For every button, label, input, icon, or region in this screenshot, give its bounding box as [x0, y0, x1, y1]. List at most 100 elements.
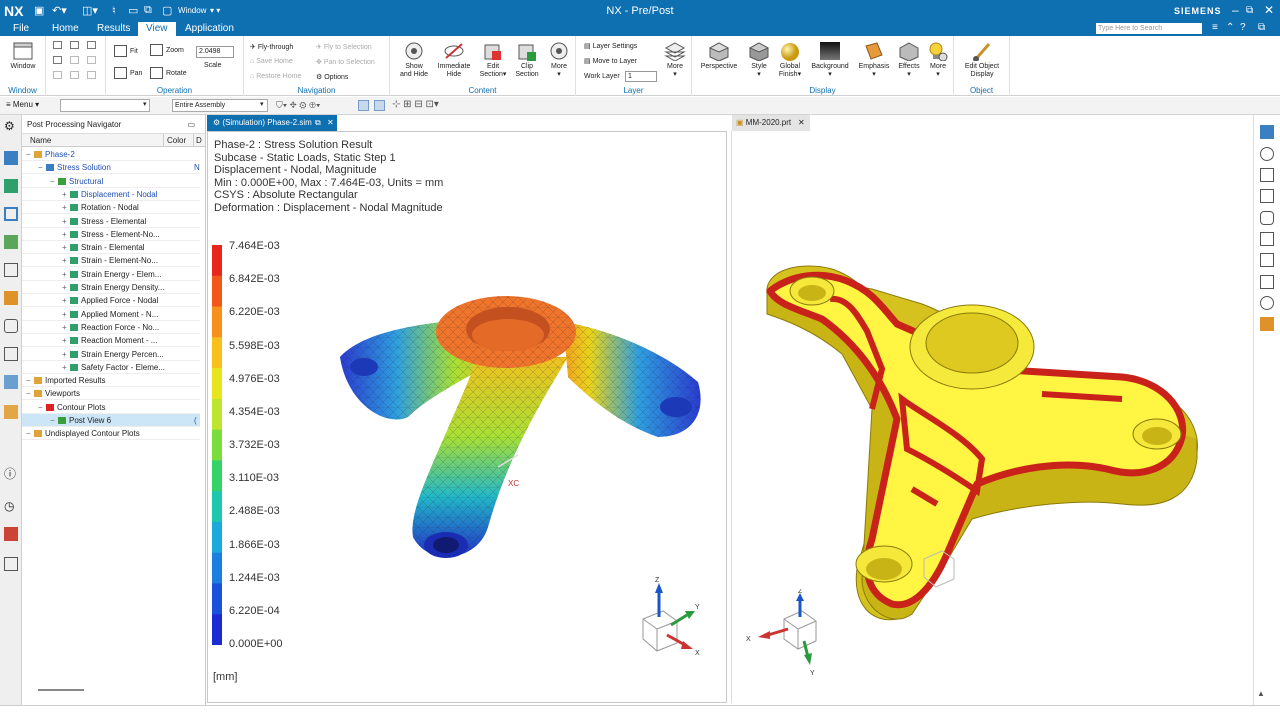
menu-view[interactable]: View: [138, 22, 176, 36]
layout-seven-icon[interactable]: [53, 71, 62, 79]
layout-icon[interactable]: ◫▾: [82, 4, 98, 17]
layer-settings-button[interactable]: ▤ Layer Settings: [584, 42, 637, 50]
style-button[interactable]: Style ▾: [745, 41, 773, 79]
navigator-row[interactable]: + Strain - Element-No...: [22, 254, 200, 268]
view-triad[interactable]: Z Y X: [633, 577, 705, 657]
window-menu[interactable]: Window: [178, 6, 206, 15]
gear-tool-icon[interactable]: [1260, 211, 1274, 225]
layout-split-icon[interactable]: [87, 41, 96, 49]
restore-sub-icon[interactable]: ⧉: [1258, 22, 1265, 33]
layout-two-icon[interactable]: [70, 41, 79, 49]
fly-through-button[interactable]: ✈ Fly-through: [250, 43, 293, 51]
selection-filter-icons[interactable]: ⛉▾ ✥ ⚙ ⊕▾: [276, 100, 320, 111]
zoom-button[interactable]: Zoom: [150, 44, 184, 56]
show-and-hide-button[interactable]: Show and Hide: [396, 41, 432, 79]
info-icon[interactable]: ⓘ: [4, 465, 18, 481]
fit-button[interactable]: Fit: [114, 45, 138, 57]
content-more-button[interactable]: More ▾: [545, 41, 573, 79]
simulation-viewport[interactable]: Phase-2 : Stress Solution Result Subcase …: [207, 131, 727, 703]
scale-input[interactable]: 2.0498: [196, 46, 234, 58]
navigator-row[interactable]: − Phase-2: [22, 148, 200, 161]
column-d[interactable]: D: [193, 134, 202, 147]
layout-six-icon[interactable]: [87, 56, 96, 64]
navigator-row[interactable]: − Stress Solution N: [22, 161, 200, 175]
scroll-up-icon[interactable]: ▲: [1257, 689, 1265, 698]
menu-home[interactable]: Home: [52, 23, 79, 34]
table-icon[interactable]: [1260, 232, 1274, 246]
move-to-layer-button[interactable]: ▤ Move to Layer: [584, 57, 637, 65]
layout-single-icon[interactable]: [53, 41, 62, 49]
part-view-triad[interactable]: Z X Y: [744, 589, 834, 679]
assembly-scope-dropdown[interactable]: Entire Assembly: [172, 99, 268, 112]
undo-icon[interactable]: ↶▾: [52, 4, 67, 17]
navigator-row[interactable]: − Viewports: [22, 387, 200, 401]
navigator-row[interactable]: + Stress - Element-No...: [22, 228, 200, 241]
pan-to-selection-button[interactable]: ✥ Pan to Selection: [316, 58, 375, 66]
restore-home-button[interactable]: ⌂ Restore Home: [250, 73, 301, 80]
window-menu-icon[interactable]: ▢: [162, 4, 172, 17]
menu-results[interactable]: Results: [97, 23, 130, 34]
select-body-icon[interactable]: [374, 100, 385, 111]
navigator-row[interactable]: + Stress - Elemental: [22, 215, 200, 228]
column-color[interactable]: Color: [163, 134, 186, 147]
touch-mode-icon[interactable]: ▭: [128, 4, 138, 17]
post-navigator-icon[interactable]: [4, 179, 18, 193]
navigator-row[interactable]: + Strain Energy Density...: [22, 281, 200, 294]
navigator-row[interactable]: − Post View 6 (: [22, 414, 200, 427]
save-icon[interactable]: ▣: [34, 4, 44, 17]
layout-four-icon[interactable]: [70, 56, 79, 64]
hd3d-icon[interactable]: [4, 319, 18, 333]
clip-section-button[interactable]: Clip Section: [512, 41, 542, 79]
command-search-input[interactable]: Type Here to Search: [1096, 23, 1202, 34]
material-icon[interactable]: [1260, 317, 1274, 331]
work-layer-input[interactable]: 1: [625, 71, 657, 82]
menu-application[interactable]: Application: [185, 23, 234, 34]
reuse-library-icon[interactable]: [4, 291, 18, 305]
navigator-row[interactable]: + Strain - Elemental: [22, 241, 200, 255]
column-name[interactable]: Name: [30, 134, 51, 147]
minimize-icon[interactable]: –: [1232, 3, 1239, 17]
fem-mesh-model[interactable]: XC: [328, 287, 708, 577]
emphasis-button[interactable]: Emphasis ▾: [856, 41, 892, 79]
navigator-row[interactable]: − Contour Plots: [22, 401, 200, 414]
navigator-row[interactable]: − Imported Results: [22, 374, 200, 388]
immediate-hide-button[interactable]: Immediate Hide: [435, 41, 473, 79]
help-icon[interactable]: ?: [1240, 22, 1246, 33]
history-icon[interactable]: [4, 375, 18, 389]
navigator-row[interactable]: + Reaction Moment - ...: [22, 334, 200, 348]
select-face-icon[interactable]: [358, 100, 369, 111]
system-scenes-icon[interactable]: [4, 557, 18, 571]
part-model[interactable]: [762, 259, 1202, 629]
tab-part[interactable]: ▣ MM-2020.prt ✕: [732, 115, 810, 131]
effects-button[interactable]: Effects ▾: [896, 41, 922, 79]
navigator-row[interactable]: + Displacement - Nodal: [22, 188, 200, 201]
layout-nine-icon[interactable]: [87, 71, 96, 79]
menu-button[interactable]: ≡ Menu ▾: [6, 100, 39, 109]
menu-file[interactable]: File: [13, 23, 29, 34]
options-button[interactable]: ⚙ Options: [316, 73, 348, 81]
navigator-row[interactable]: + Safety Factor - Eleme...: [22, 361, 200, 374]
play-icon[interactable]: [1260, 147, 1274, 161]
navigator-row[interactable]: − Undisplayed Contour Plots: [22, 427, 200, 441]
ribbon-options-icon[interactable]: ≡: [1212, 22, 1218, 33]
tab-close-icon[interactable]: ✕: [327, 115, 334, 131]
tab-float-icon[interactable]: ⧉: [315, 115, 321, 131]
group-icon[interactable]: [1260, 253, 1274, 267]
save-home-button[interactable]: ⌂ Save Home: [250, 58, 293, 65]
window-button[interactable]: Window: [4, 41, 42, 71]
layer-more-button[interactable]: More ▾: [662, 41, 688, 79]
global-finish-button[interactable]: Global Finish▾: [775, 41, 805, 79]
type-filter-dropdown[interactable]: [60, 99, 150, 112]
layout-three-icon[interactable]: [53, 56, 62, 64]
navigator-row[interactable]: + Applied Force - Nodal: [22, 294, 200, 308]
roles-icon[interactable]: [4, 527, 18, 541]
roles-palette-icon[interactable]: [1260, 125, 1274, 139]
refresh-icon[interactable]: [1260, 275, 1274, 289]
tab-part-close-icon[interactable]: ✕: [798, 115, 805, 131]
constraint-navigator-icon[interactable]: [4, 235, 18, 249]
part-viewport[interactable]: Z X Y: [731, 131, 1253, 703]
pan-button[interactable]: Pan: [114, 67, 142, 79]
process-studio-icon[interactable]: [4, 405, 18, 419]
navigator-row[interactable]: − Structural: [22, 175, 200, 188]
layout-panel-icon[interactable]: [1260, 168, 1274, 182]
